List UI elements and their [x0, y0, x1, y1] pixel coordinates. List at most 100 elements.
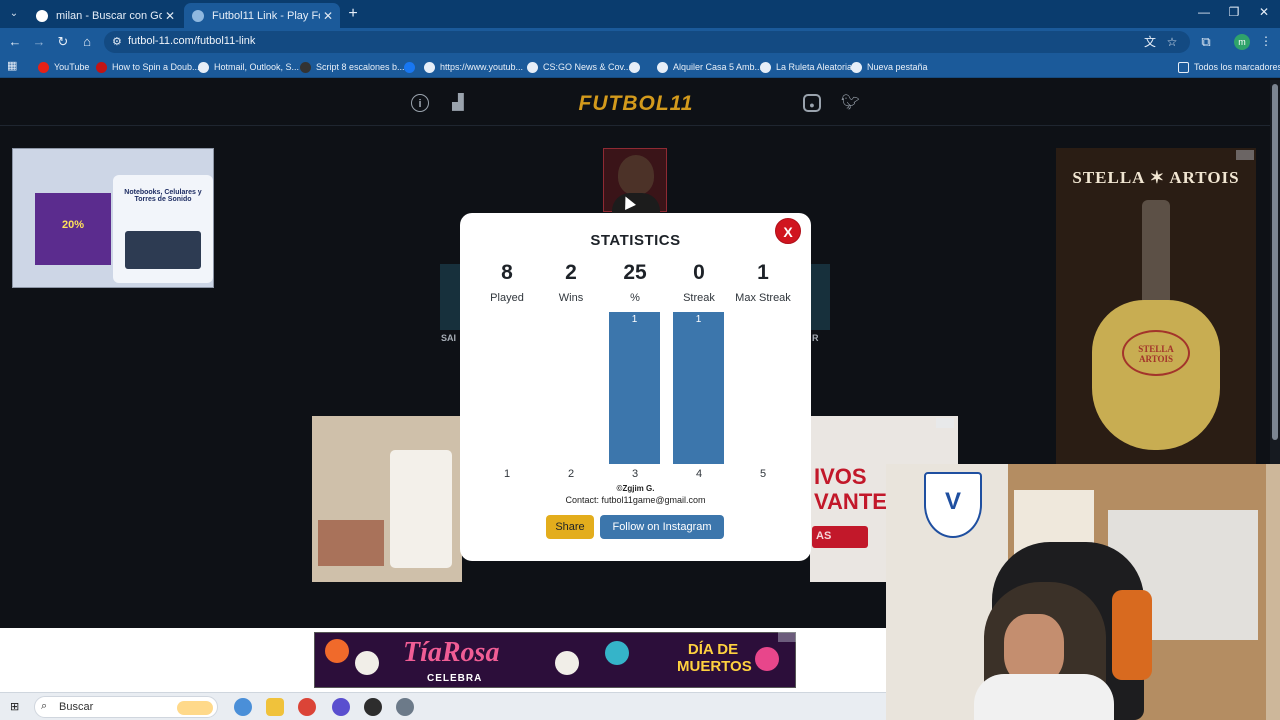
home-icon[interactable]: ⌂: [79, 34, 95, 50]
bookmark-item[interactable]: Nueva pestaña: [851, 60, 928, 74]
info-icon[interactable]: i: [411, 94, 429, 112]
bookmark-item[interactable]: How to Spin a Doub...: [96, 60, 200, 74]
stats-chart-icon[interactable]: ▟: [449, 94, 467, 112]
guess-distribution-chart: 11: [460, 312, 811, 480]
bookmark-favicon-icon: [527, 61, 538, 73]
bookmark-label: La Ruleta Aleatoria: [776, 62, 853, 72]
bookmark-item[interactable]: https://www.youtub...: [424, 60, 523, 74]
bookmark-favicon-icon: [404, 61, 415, 73]
bookmark-item[interactable]: [404, 60, 420, 74]
stat-value: 8: [501, 261, 513, 284]
bookmark-item[interactable]: Alquiler Casa 5 Amb...: [657, 60, 762, 74]
profile-avatar[interactable]: m: [1234, 34, 1250, 50]
settings-icon[interactable]: [396, 698, 414, 716]
player-card-right[interactable]: [810, 264, 830, 330]
player-card-right-label: R: [812, 333, 819, 343]
contact-text: Contact: futbol11game@gmail.com: [565, 495, 706, 505]
scrollbar-thumb[interactable]: [1272, 84, 1278, 440]
tab-title: milan - Buscar con Google: [56, 9, 162, 22]
tab-futbol11[interactable]: Futbol11 Link - Play Football Lin ✕: [184, 3, 340, 28]
toy-blocks-image: [318, 520, 384, 566]
chrome-profile-icon[interactable]: [332, 698, 350, 716]
bookmark-star-icon[interactable]: ☆: [1164, 34, 1180, 50]
ad-left[interactable]: 20% Notebooks, Celulares y Torres de Son…: [12, 148, 214, 288]
ad-brand-name: STELLA ✶ ARTOIS: [1072, 168, 1240, 187]
taskbar-search[interactable]: ⌕ Buscar: [34, 696, 218, 718]
banner-subtitle: CELEBRA: [427, 673, 483, 684]
windows-start-icon[interactable]: ⊞: [10, 700, 24, 714]
share-button[interactable]: Share: [546, 515, 594, 539]
restore-icon[interactable]: ❐: [1224, 5, 1244, 19]
statistics-modal: STATISTICS X 8 Played 2 Wins 25 % 0 Stre…: [460, 213, 811, 561]
search-highlight-icon: [177, 701, 213, 715]
stat-label: Played: [490, 292, 524, 304]
search-icon: ⌕: [41, 700, 48, 712]
tab-google-search[interactable]: milan - Buscar con Google ✕: [28, 3, 182, 28]
bookmark-favicon-icon: [198, 61, 209, 73]
site-logo[interactable]: FUTBOL11: [576, 90, 696, 118]
tab-search-icon[interactable]: ⌄: [6, 6, 22, 22]
bookmark-favicon-icon: [760, 61, 771, 73]
stat-played: 8 Played: [475, 261, 539, 304]
bookmark-label: Hotmail, Outlook, S...: [214, 62, 300, 72]
stat-wins: 2 Wins: [539, 261, 603, 304]
stat-value: 25: [623, 261, 647, 284]
ad-choices-icon[interactable]: [778, 632, 796, 642]
app-icon[interactable]: [364, 698, 382, 716]
stat-label: Streak: [683, 292, 715, 304]
distribution-category-label: 2: [567, 468, 575, 480]
extensions-icon[interactable]: ⧉: [1198, 34, 1214, 50]
ad-promo-discount: 20%: [35, 193, 111, 265]
new-tab-button[interactable]: +: [344, 5, 362, 23]
translate-icon[interactable]: 文: [1142, 34, 1158, 50]
back-icon[interactable]: ←: [7, 34, 23, 50]
reload-icon[interactable]: ↻: [55, 34, 71, 50]
twitter-icon[interactable]: 🐦︎: [841, 94, 860, 112]
bookmark-item[interactable]: Hotmail, Outlook, S...: [198, 60, 299, 74]
copilot-icon[interactable]: [234, 698, 252, 716]
follow-instagram-button[interactable]: Follow on Instagram: [600, 515, 724, 539]
player-face: [618, 155, 654, 195]
ad-promo-devices: [113, 175, 213, 283]
close-window-icon[interactable]: ✕: [1254, 5, 1274, 19]
forward-icon[interactable]: →: [31, 34, 47, 50]
ad-right[interactable]: STELLA ✶ ARTOIS STELLA ARTOIS: [1056, 148, 1256, 464]
bookmark-favicon-icon: [851, 61, 862, 73]
site-info-icon[interactable]: ⚙: [112, 34, 126, 50]
file-explorer-icon[interactable]: [266, 698, 284, 716]
bookmark-item[interactable]: Script 8 escalones b...: [300, 60, 405, 74]
menu-kebab-icon[interactable]: ⋮: [1260, 34, 1272, 48]
flower-decoration: [755, 647, 779, 671]
minimize-icon[interactable]: —: [1194, 5, 1214, 19]
bookmark-item[interactable]: La Ruleta Aleatoria: [760, 60, 852, 74]
distribution-category-label: 3: [631, 468, 639, 480]
stat-value: 2: [565, 261, 577, 284]
bookmark-favicon-icon: [38, 61, 49, 73]
bookmark-item[interactable]: [629, 60, 645, 74]
flower-decoration: [605, 641, 629, 665]
apps-grid-icon[interactable]: ▦: [7, 60, 19, 72]
bookmark-favicon-icon: [424, 61, 435, 73]
streamer-hoodie: [974, 674, 1114, 720]
url-text: futbol-11.com/futbol11-link: [128, 35, 256, 47]
bookmark-item[interactable]: CS:GO News & Cov...: [527, 60, 631, 74]
ad-choices-icon[interactable]: [1236, 150, 1254, 160]
stat-win-percent: 25 %: [603, 261, 667, 304]
club-crest-image: V: [924, 472, 982, 538]
all-bookmarks-button[interactable]: Todos los marcadores: [1178, 60, 1280, 74]
ad-choices-icon[interactable]: [936, 418, 954, 428]
ad-mid-left[interactable]: [312, 416, 462, 582]
tab-close-icon[interactable]: ✕: [162, 9, 178, 23]
bookmark-label: CS:GO News & Cov...: [543, 62, 631, 72]
close-modal-button[interactable]: X: [775, 218, 801, 244]
address-bar[interactable]: ⚙ futbol-11.com/futbol11-link 文 ☆: [104, 31, 1190, 53]
player-card-left[interactable]: [440, 264, 460, 330]
tab-close-icon[interactable]: ✕: [320, 9, 336, 23]
chrome-icon[interactable]: [298, 698, 316, 716]
bookmark-label: Alquiler Casa 5 Amb...: [673, 62, 763, 72]
bookmark-favicon-icon: [96, 61, 107, 73]
instagram-icon[interactable]: ●: [803, 94, 821, 112]
stat-value: 1: [757, 261, 769, 284]
bottom-banner-ad[interactable]: TíaRosa CELEBRA DÍA DE MUERTOS: [314, 632, 796, 688]
bookmark-item[interactable]: YouTube: [38, 60, 89, 74]
